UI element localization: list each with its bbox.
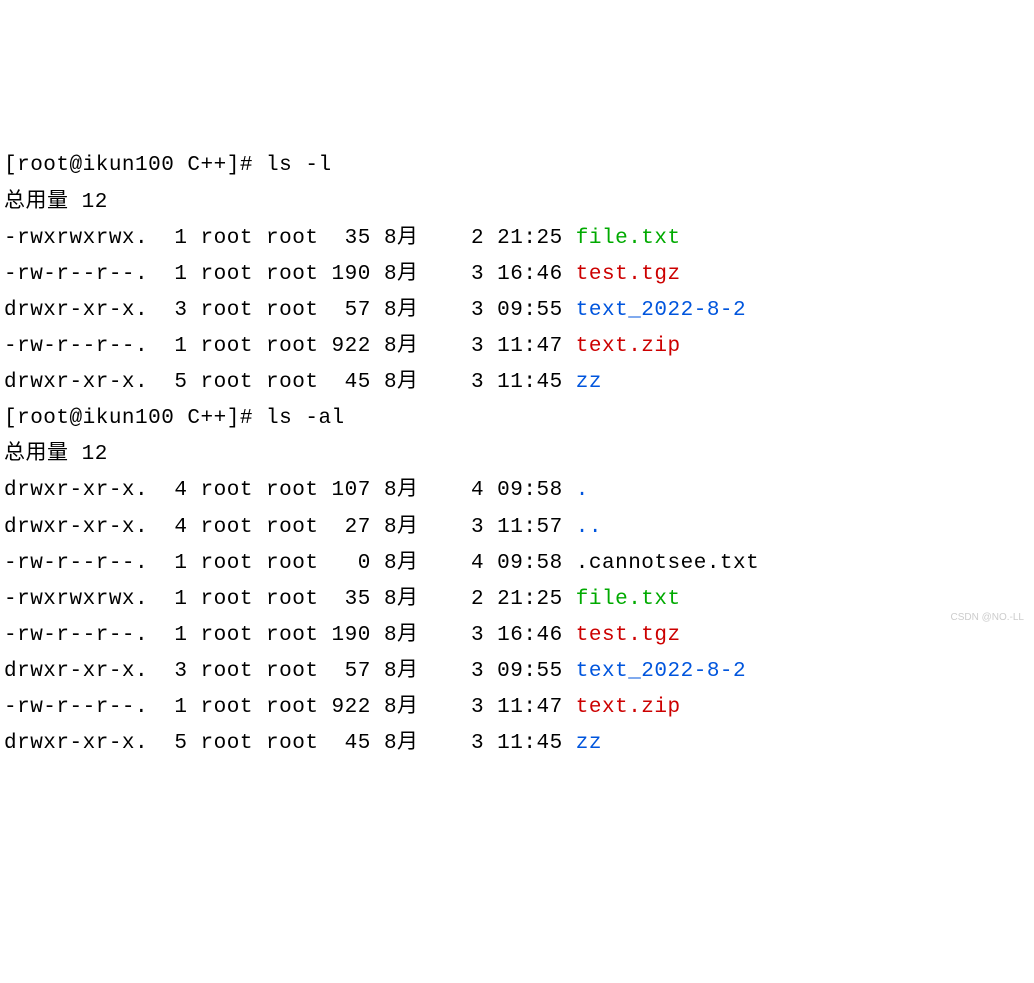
file-name: zz (576, 371, 602, 394)
terminal-output: [root@ikun100 C++]# ls -l总用量 12-rwxrwxrw… (4, 148, 1030, 762)
file-row: drwxr-xr-x. 5 root root 45 8月 3 11:45 zz (4, 726, 1030, 762)
file-row: drwxr-xr-x. 3 root root 57 8月 3 09:55 te… (4, 654, 1030, 690)
file-row: -rw-r--r--. 1 root root 0 8月 4 09:58 .ca… (4, 546, 1030, 582)
file-name: file.txt (576, 227, 681, 250)
file-name: text.zip (576, 335, 681, 358)
file-row: -rwxrwxrwx. 1 root root 35 8月 2 21:25 fi… (4, 582, 1030, 618)
file-row: drwxr-xr-x. 5 root root 45 8月 3 11:45 zz (4, 365, 1030, 401)
file-row: drwxr-xr-x. 4 root root 27 8月 3 11:57 .. (4, 510, 1030, 546)
file-name: text.zip (576, 696, 681, 719)
file-name: . (576, 479, 589, 502)
file-name: text_2022-8-2 (576, 299, 746, 322)
file-row: -rwxrwxrwx. 1 root root 35 8月 2 21:25 fi… (4, 221, 1030, 257)
watermark: CSDN @NO.-LL (951, 609, 1025, 626)
file-name: text_2022-8-2 (576, 660, 746, 683)
file-name: test.tgz (576, 624, 681, 647)
command-prompt[interactable]: [root@ikun100 C++]# ls -l (4, 148, 1030, 184)
file-row: -rw-r--r--. 1 root root 922 8月 3 11:47 t… (4, 329, 1030, 365)
file-name: .. (576, 516, 602, 539)
file-row: drwxr-xr-x. 3 root root 57 8月 3 09:55 te… (4, 293, 1030, 329)
total-line: 总用量 12 (4, 437, 1030, 473)
file-name: file.txt (576, 588, 681, 611)
file-row: -rw-r--r--. 1 root root 190 8月 3 16:46 t… (4, 257, 1030, 293)
file-row: -rw-r--r--. 1 root root 190 8月 3 16:46 t… (4, 618, 1030, 654)
file-row: drwxr-xr-x. 4 root root 107 8月 4 09:58 . (4, 473, 1030, 509)
total-line: 总用量 12 (4, 185, 1030, 221)
file-name: test.tgz (576, 263, 681, 286)
command-prompt[interactable]: [root@ikun100 C++]# ls -al (4, 401, 1030, 437)
file-row: -rw-r--r--. 1 root root 922 8月 3 11:47 t… (4, 690, 1030, 726)
file-name: zz (576, 732, 602, 755)
file-name: .cannotsee.txt (576, 552, 759, 575)
